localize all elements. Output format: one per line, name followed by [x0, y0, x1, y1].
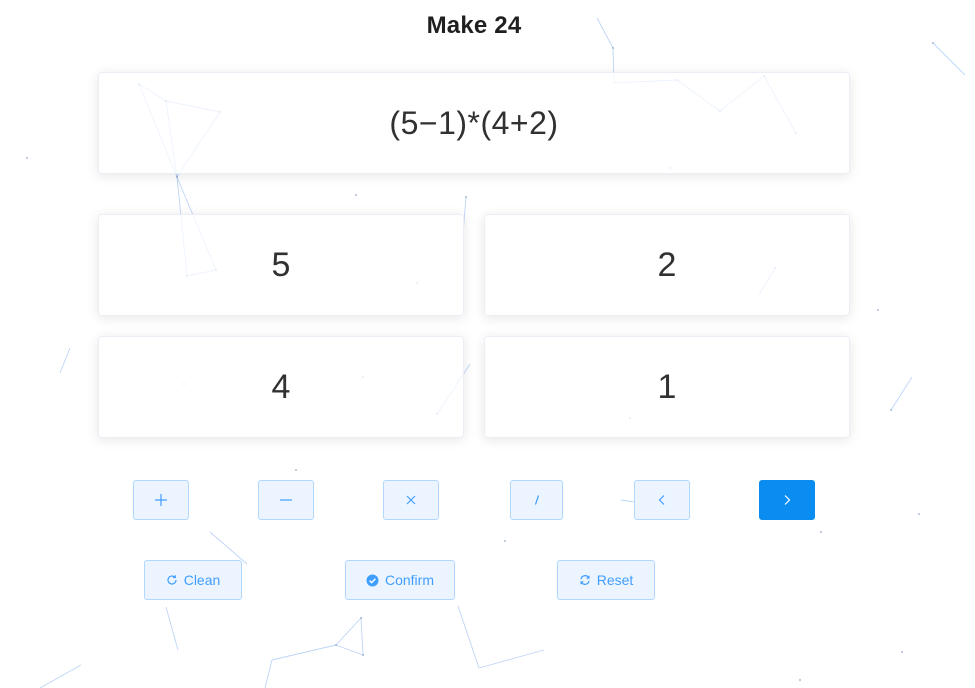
- circle-check-icon: [366, 574, 379, 587]
- number-card-2[interactable]: 2: [484, 214, 850, 316]
- particle-link: [271, 644, 337, 661]
- confirm-button[interactable]: Confirm: [345, 560, 455, 600]
- particle-link: [932, 42, 966, 76]
- redo-button[interactable]: [759, 480, 815, 520]
- clean-label: Clean: [183, 572, 221, 588]
- multiply-icon: [405, 494, 417, 506]
- particle-link: [360, 617, 364, 656]
- reset-label: Reset: [596, 572, 634, 588]
- plus-icon: [154, 493, 168, 507]
- refresh-icon: [579, 574, 591, 586]
- particle-link: [890, 376, 913, 411]
- plus-button[interactable]: [133, 480, 189, 520]
- number-value: 5: [271, 245, 291, 284]
- minus-icon: [279, 493, 293, 507]
- chevron-right-icon: [781, 494, 793, 506]
- particle-link: [264, 659, 273, 688]
- particle-dot: [820, 531, 822, 533]
- particle-dot: [355, 194, 357, 196]
- divide-icon: [531, 494, 543, 506]
- clean-button[interactable]: Clean: [144, 560, 242, 600]
- confirm-label: Confirm: [384, 572, 434, 588]
- particle-dot: [362, 654, 364, 656]
- particle-link: [335, 644, 364, 656]
- particle-dot: [877, 309, 879, 311]
- number-card-3[interactable]: 4: [98, 336, 464, 438]
- number-card-4[interactable]: 1: [484, 336, 850, 438]
- particle-link: [335, 617, 362, 646]
- chevron-left-icon: [656, 494, 668, 506]
- number-card-1[interactable]: 5: [98, 214, 464, 316]
- particle-link: [457, 605, 480, 669]
- particle-dot: [26, 157, 28, 159]
- minus-button[interactable]: [258, 480, 314, 520]
- particle-dot: [335, 644, 337, 646]
- particle-dot: [504, 540, 506, 542]
- expression-display: (5−1)*(4+2): [98, 72, 850, 174]
- particle-dot: [890, 409, 892, 411]
- particle-link: [59, 347, 71, 374]
- particle-dot: [932, 42, 934, 44]
- particle-dot: [176, 176, 178, 178]
- multiply-button[interactable]: [383, 480, 439, 520]
- expression-text: (5−1)*(4+2): [389, 104, 559, 141]
- particle-dot: [901, 651, 903, 653]
- particle-dot: [612, 47, 614, 49]
- particle-link: [478, 649, 545, 669]
- refresh-right-icon: [166, 574, 178, 586]
- particle-link: [39, 664, 82, 688]
- reset-button[interactable]: Reset: [557, 560, 655, 600]
- divide-button[interactable]: [510, 480, 563, 520]
- number-value: 4: [271, 367, 291, 406]
- particle-link: [165, 606, 179, 651]
- page-title: Make 24: [426, 12, 522, 39]
- undo-button[interactable]: [634, 480, 690, 520]
- particle-dot: [465, 196, 467, 198]
- particle-dot: [360, 617, 362, 619]
- particle-dot: [918, 513, 920, 515]
- particle-dot: [799, 679, 801, 681]
- number-value: 1: [657, 367, 677, 406]
- number-value: 2: [657, 245, 677, 284]
- particle-dot: [295, 469, 297, 471]
